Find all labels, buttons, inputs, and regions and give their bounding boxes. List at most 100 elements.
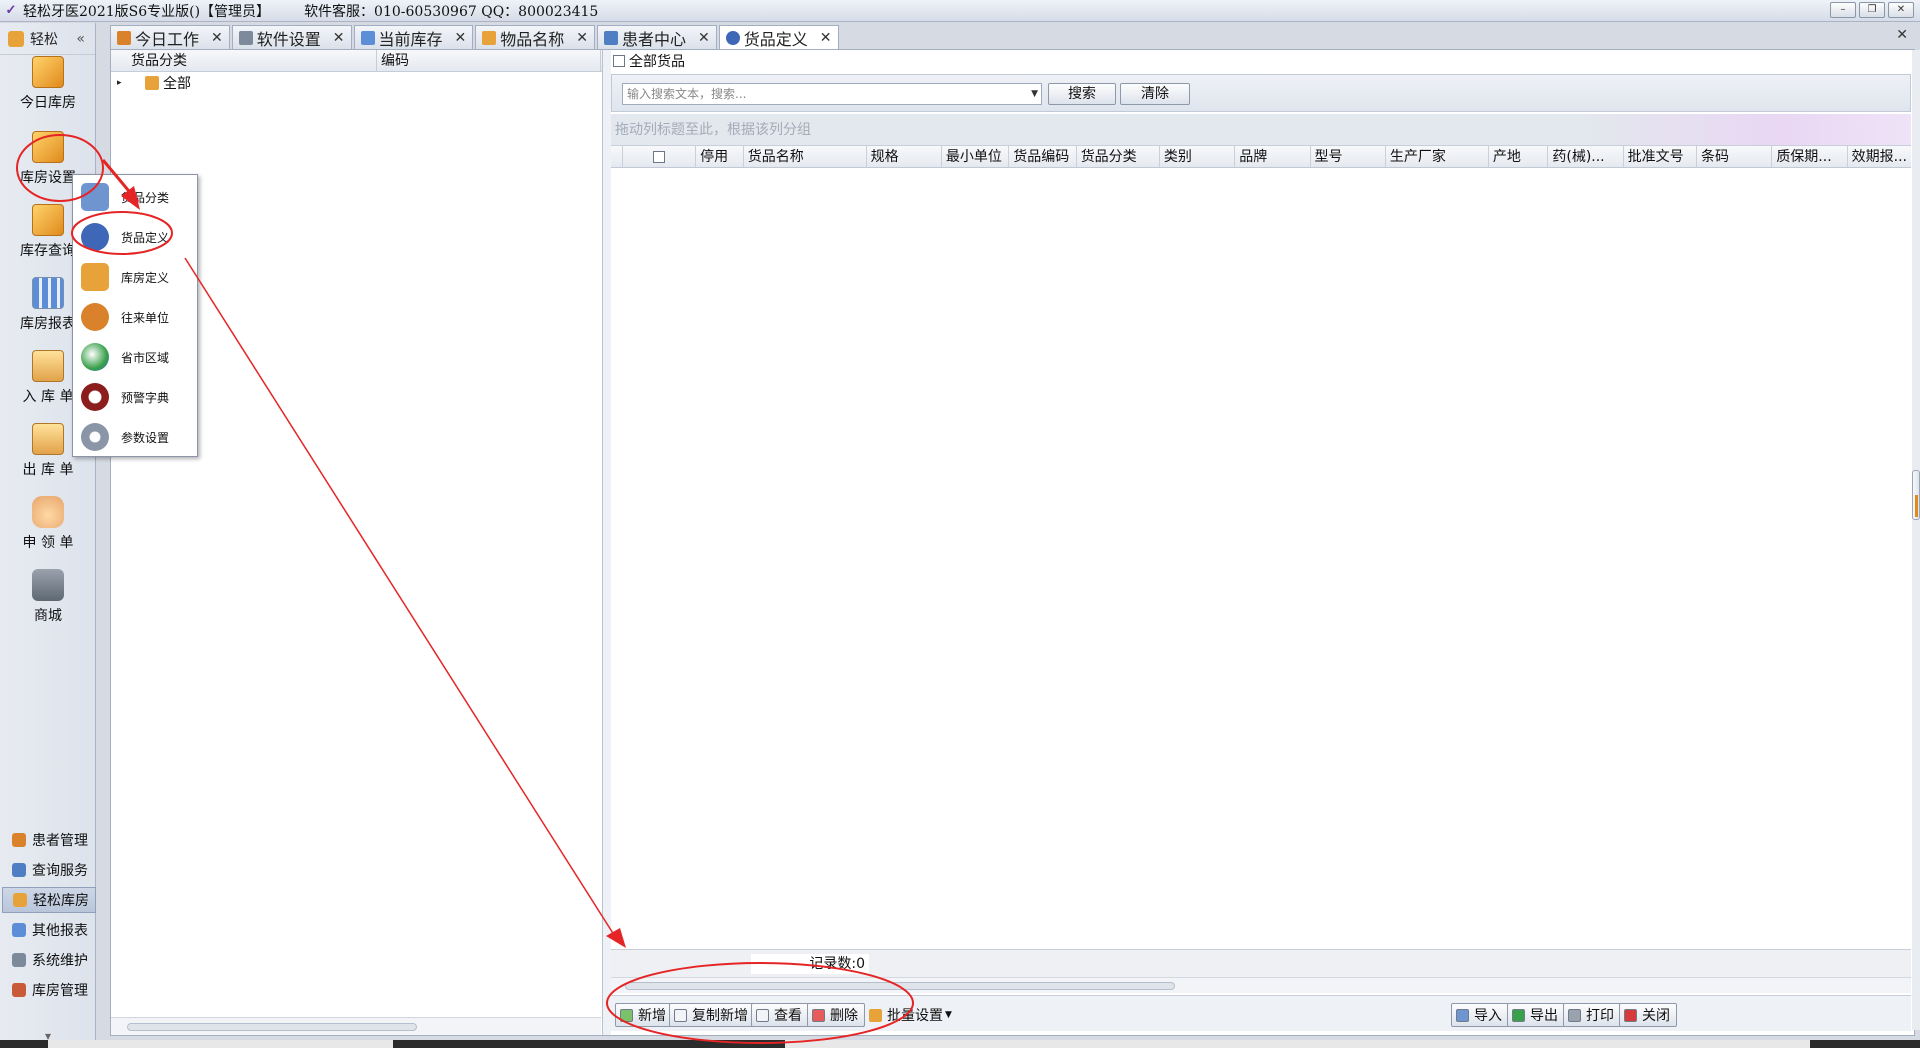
grid-horizontal-scrollbar[interactable] [611,977,1911,993]
import-icon [1456,1008,1469,1022]
tab-label: 货品定义 [743,30,808,49]
tree-header-category[interactable]: 货品分类 [111,50,377,71]
all-goods-filter[interactable]: 全部货品 [611,50,1911,72]
column-origin[interactable]: 产地 [1489,146,1549,167]
patient-icon [604,30,618,45]
batch-settings-button[interactable]: 批量设置 ▼ [865,1003,958,1027]
scroll-thumb[interactable] [127,1023,417,1031]
column-model[interactable]: 型号 [1311,146,1386,167]
pane-splitter[interactable] [603,50,611,1035]
taskbar-segment [48,1040,393,1048]
module-patient-management[interactable]: 患者管理 [2,827,96,853]
goods-grid-body[interactable] [611,169,1911,949]
nav-item-mall[interactable]: 商城 [0,569,96,639]
close-tab-icon[interactable]: ✕ [333,30,345,46]
menu-item-goods-category[interactable]: 货品分类 [73,177,197,217]
people-icon [81,303,109,331]
tab-goods-definition[interactable]: 货品定义 ✕ [718,25,839,50]
column-goods-code[interactable]: 货品编码 [1009,146,1077,167]
menu-item-label: 参数设置 [121,430,170,445]
column-goods-category[interactable]: 货品分类 [1077,146,1160,167]
close-tab-icon[interactable]: ✕ [211,30,223,46]
module-other-reports[interactable]: 其他报表 [2,917,96,943]
tab-today-work[interactable]: 今日工作 ✕ [110,25,230,49]
search-input[interactable]: 输入搜索文本，搜索... ▼ [622,83,1042,105]
gears-icon [81,423,109,451]
menu-item-label: 预警字典 [121,390,170,405]
close-window-button[interactable]: ✕ [1888,2,1914,18]
column-type[interactable]: 类别 [1160,146,1236,167]
minimize-button[interactable]: – [1830,2,1856,18]
select-all-column[interactable] [623,146,697,167]
menu-item-goods-definition[interactable]: 货品定义 [73,217,197,257]
clear-button[interactable]: 清除 [1120,83,1190,105]
close-all-tabs-icon[interactable]: ✕ [1896,27,1908,43]
tab-item-names[interactable]: 物品名称 ✕ [475,25,595,49]
tree-header-code[interactable]: 编码 [377,50,601,71]
menu-item-warehouse-definition[interactable]: 库房定义 [73,257,197,297]
menu-item-regions[interactable]: 省市区域 [73,337,197,377]
column-spec[interactable]: 规格 [867,146,942,167]
scroll-thumb[interactable] [1912,470,1920,520]
menu-item-partners[interactable]: 往来单位 [73,297,197,337]
nav-item-today-warehouse[interactable]: 今日库房 [0,56,96,126]
close-tab-icon[interactable]: ✕ [820,30,832,46]
nav-header: 轻松 « [0,23,95,55]
close-button[interactable]: 关闭 [1619,1003,1677,1027]
category-icon [81,183,109,211]
module-label: 轻松库房 [33,893,89,909]
column-warranty[interactable]: 质保期... [1772,146,1848,167]
tab-current-stock[interactable]: 当前库存 ✕ [353,25,474,49]
import-button[interactable]: 导入 [1451,1003,1509,1027]
menu-item-alert-dictionary[interactable]: 预警字典 [73,377,197,417]
module-system-maintenance[interactable]: 系统维护 [2,947,96,973]
restore-button[interactable]: ❐ [1859,2,1885,18]
module-easy-warehouse[interactable]: 轻松库房 [2,887,96,913]
tab-software-settings[interactable]: 软件设置 ✕ [231,25,352,49]
column-disabled[interactable]: 停用 [696,146,744,167]
column-goods-name[interactable]: 货品名称 [744,146,867,167]
column-min-unit[interactable]: 最小单位 [942,146,1010,167]
new-button[interactable]: 新增 [615,1003,673,1027]
column-drug-device[interactable]: 药(械)... [1548,146,1624,167]
tab-patient-center[interactable]: 患者中心 ✕ [597,25,717,49]
printer-icon [1568,1008,1581,1022]
search-button[interactable]: 搜索 [1048,83,1116,105]
outbox-icon [32,423,64,455]
menu-item-parameters[interactable]: 参数设置 [73,417,197,457]
print-button[interactable]: 打印 [1563,1003,1621,1027]
column-manufacturer[interactable]: 生产厂家 [1386,146,1489,167]
button-label: 批量设置 [887,1008,943,1024]
column-brand[interactable]: 品牌 [1235,146,1311,167]
close-tab-icon[interactable]: ✕ [698,30,710,46]
close-tab-icon[interactable]: ✕ [576,30,588,46]
delete-button[interactable]: 删除 [807,1003,865,1027]
tag-icon [81,223,109,251]
grid-footer: 记录数:0 [611,949,1911,977]
tree-row[interactable]: ▸ 全部 [111,72,602,94]
select-all-checkbox[interactable] [653,150,666,163]
column-barcode[interactable]: 条码 [1697,146,1773,167]
module-query-service[interactable]: 查询服务 [2,857,96,883]
collapse-nav-icon[interactable]: « [76,31,85,47]
scroll-thumb[interactable] [625,982,1175,990]
box-icon [32,56,64,88]
column-approval-number[interactable]: 批准文号 [1624,146,1697,167]
dropdown-arrow-icon[interactable]: ▼ [1031,84,1038,104]
module-warehouse-management[interactable]: 库房管理 [2,977,96,1003]
copy-new-button[interactable]: 复制新增 [669,1003,755,1027]
page-vertical-scrollbar[interactable] [1912,50,1920,1030]
support-info: 软件客服：010-60530967 QQ：800023415 [304,3,599,20]
tree-horizontal-scrollbar[interactable] [111,1017,601,1035]
view-button[interactable]: 查看 [751,1003,809,1027]
copy-icon [674,1008,687,1022]
column-expiry-alert[interactable]: 效期报... [1848,146,1911,167]
group-by-panel[interactable]: 拖动列标题至此，根据该列分组 [611,114,1911,146]
record-count: 记录数:0 [751,954,869,974]
all-goods-checkbox[interactable] [613,55,625,67]
nav-item-requisition[interactable]: 申 领 单 [0,496,96,566]
tab-label: 软件设置 [256,29,321,49]
close-tab-icon[interactable]: ✕ [455,30,467,46]
export-icon [1512,1008,1525,1022]
export-button[interactable]: 导出 [1507,1003,1565,1027]
